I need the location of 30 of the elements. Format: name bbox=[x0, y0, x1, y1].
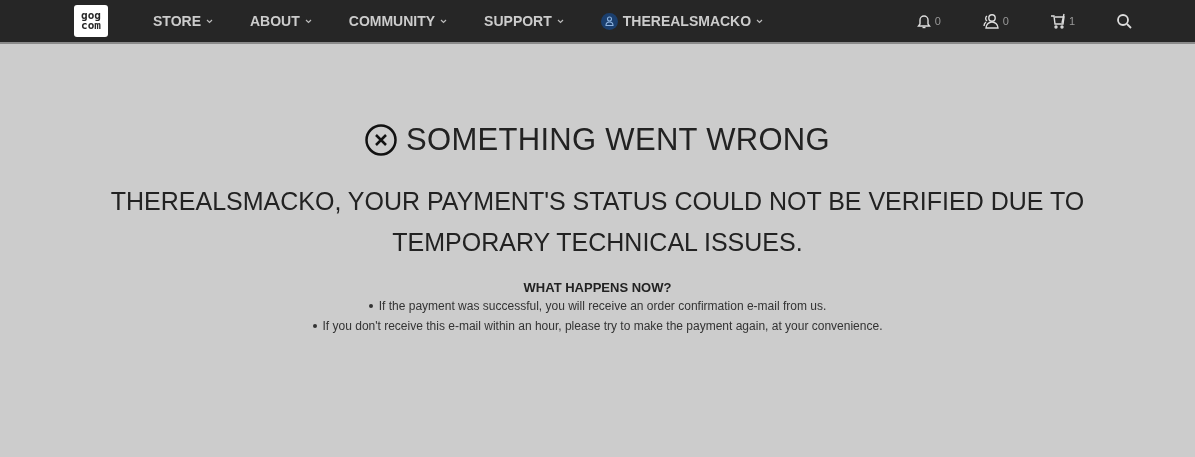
caret-icon bbox=[206, 18, 213, 24]
caret-icon bbox=[440, 18, 448, 24]
nav-menu-link[interactable]: SUPPORT bbox=[484, 13, 564, 29]
friends-icon bbox=[981, 13, 1000, 29]
error-message: THEREALSMACKO, YOUR PAYMENT'S STATUS COULD NOT BE VERIFIED DUE TO TEMPORARY TECHNICAL ISSUES. bbox=[109, 186, 1086, 258]
count: 0 bbox=[934, 15, 941, 27]
count: 0 bbox=[1002, 15, 1009, 27]
cart-icon bbox=[1049, 13, 1066, 29]
caret-icon bbox=[556, 18, 564, 24]
user-menu-link[interactable]: THEREALSMACKO bbox=[600, 12, 764, 30]
gog-logo[interactable]: gog com bbox=[74, 5, 108, 37]
bullet-icon bbox=[368, 304, 373, 308]
error-icon bbox=[365, 124, 398, 156]
bullet-icon bbox=[312, 324, 317, 328]
count: 1 bbox=[1068, 15, 1075, 27]
cart-button[interactable]: 1 bbox=[1049, 13, 1075, 29]
nav-menu-link[interactable]: COMMUNITY bbox=[348, 13, 448, 29]
section-heading: WHAT HAPPENS NOW? bbox=[523, 280, 672, 295]
nav-menu-link[interactable]: ABOUT bbox=[250, 13, 312, 29]
bell-icon bbox=[915, 13, 932, 29]
user-avatar-icon bbox=[600, 12, 618, 30]
caret-icon bbox=[756, 18, 764, 24]
error-title: SOMETHING WENT WRONG bbox=[406, 122, 830, 158]
nav-menu-link[interactable]: STORE bbox=[153, 13, 213, 29]
list-item-text: If you don't receive this e-mail within an hour, please try to make the payment again, at your convenience. bbox=[322, 318, 883, 335]
search-button[interactable] bbox=[1116, 13, 1132, 29]
caret-icon bbox=[304, 18, 312, 24]
bell-button[interactable]: 0 bbox=[915, 13, 941, 29]
friends-button[interactable]: 0 bbox=[981, 13, 1009, 29]
list-item-text: If the payment was successful, you will receive an order confirmation e-mail from us. bbox=[378, 298, 827, 315]
